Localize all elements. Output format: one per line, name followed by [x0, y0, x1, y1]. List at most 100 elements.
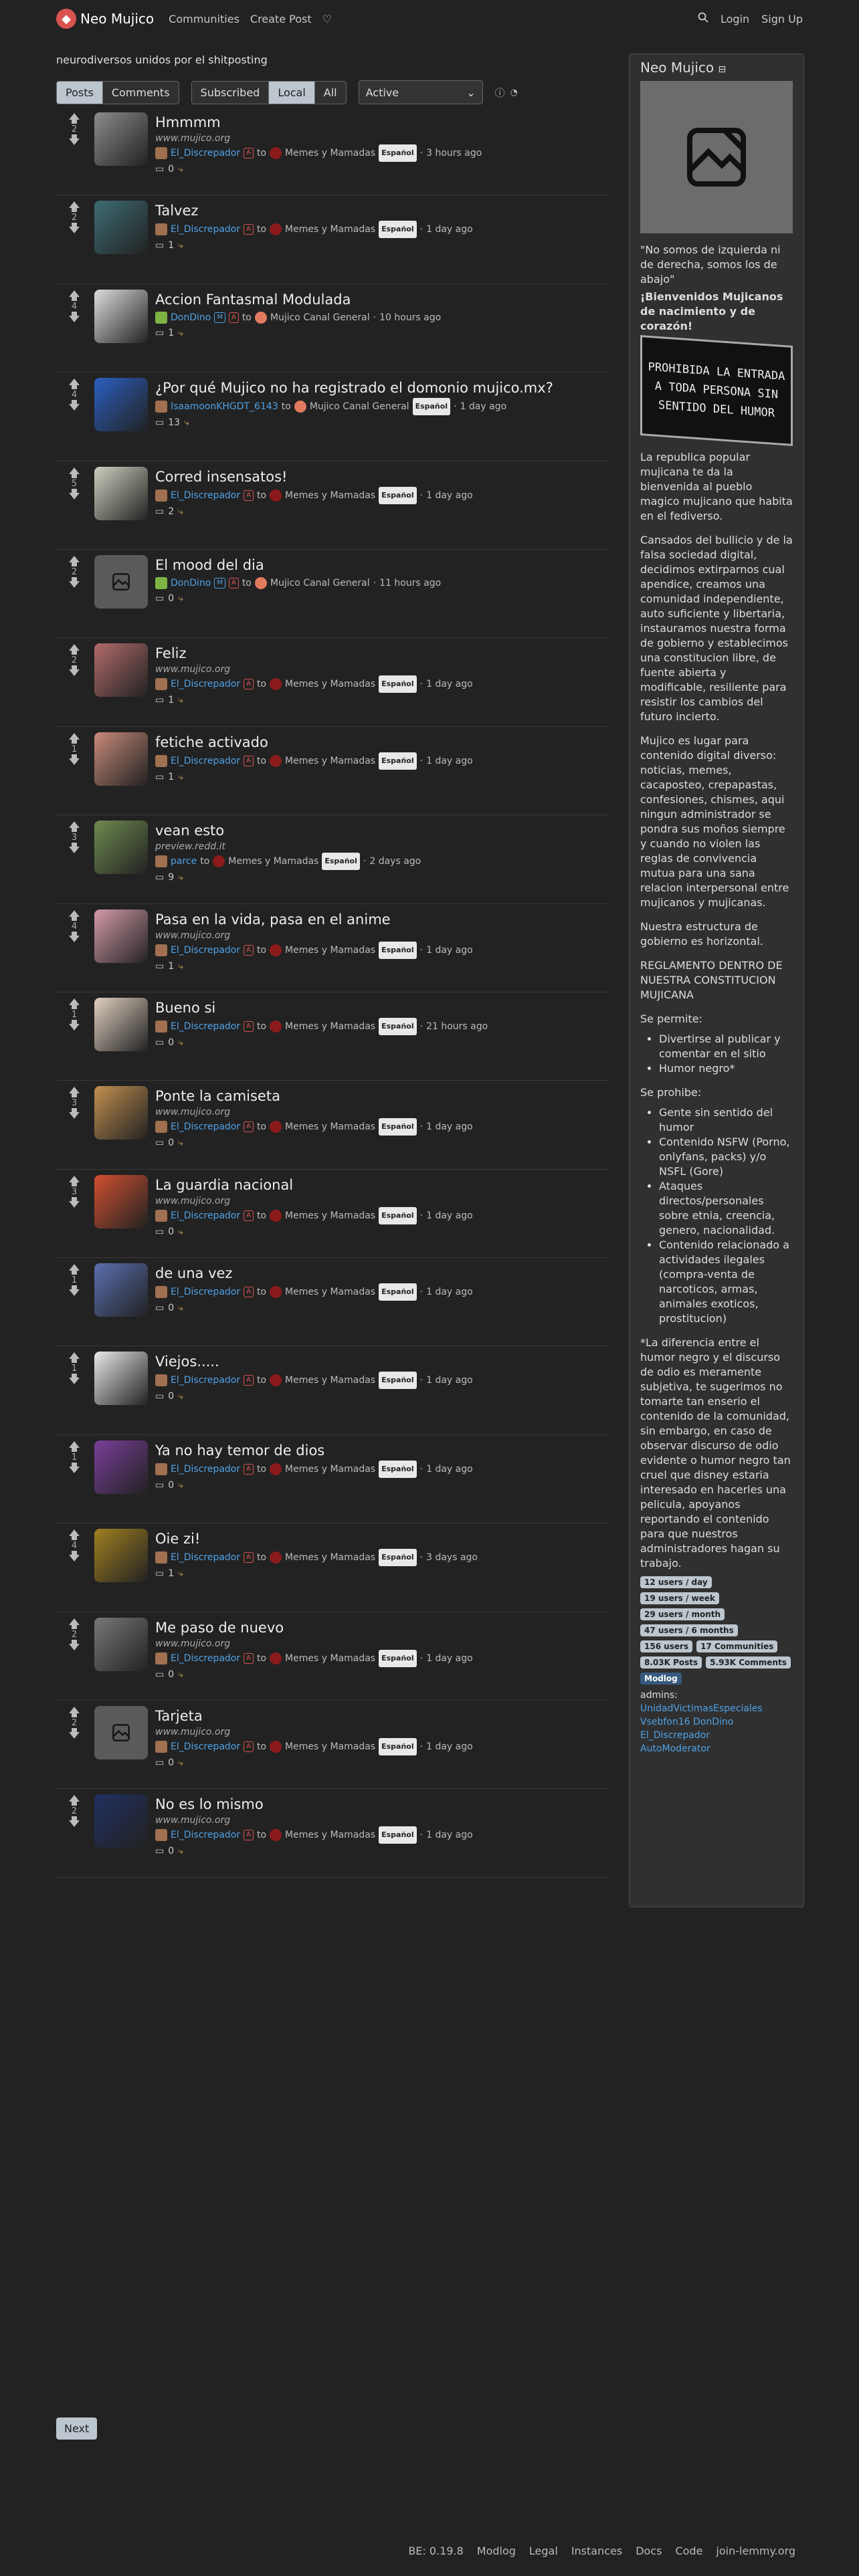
post-community[interactable]: Memes y Mamadas [285, 1284, 375, 1300]
downvote-icon[interactable]: 🡇 [66, 223, 83, 235]
comment-icon[interactable]: ▭ [155, 1478, 164, 1493]
upvote-icon[interactable]: 🡅 [66, 1530, 83, 1541]
post-author[interactable]: El_Discrepador [171, 1549, 240, 1566]
post-domain[interactable]: preview.redd.it [155, 841, 609, 853]
post-title[interactable]: Accion Fantasmal Modulada [155, 290, 609, 310]
post-title[interactable]: Viejos..... [155, 1352, 609, 1372]
upvote-icon[interactable]: 🡅 [66, 114, 83, 125]
login-link[interactable]: Login [721, 13, 749, 25]
post-author[interactable]: El_Discrepador [171, 1119, 240, 1135]
comment-icon[interactable]: ▭ [155, 238, 164, 253]
post-thumbnail[interactable] [94, 378, 148, 432]
comment-count[interactable]: 9 [168, 870, 174, 885]
post-author[interactable]: IsaamoonKHGDT_6143 [171, 399, 278, 415]
downvote-icon[interactable]: 🡇 [66, 1817, 83, 1828]
post-domain[interactable]: www.mujico.org [155, 930, 609, 942]
crosspost-icon[interactable]: ⤷ [178, 1566, 183, 1581]
post-author[interactable]: El_Discrepador [171, 753, 240, 769]
nav-create-post[interactable]: Create Post [250, 13, 312, 25]
upvote-icon[interactable]: 🡅 [66, 1265, 83, 1276]
post-thumbnail[interactable] [94, 554, 148, 609]
post-title[interactable]: de una vez [155, 1263, 609, 1283]
upvote-icon[interactable]: 🡅 [66, 733, 83, 744]
post-author[interactable]: El_Discrepador [171, 676, 240, 692]
post-title[interactable]: El mood del dia [155, 555, 609, 575]
crosspost-icon[interactable]: ⤷ [178, 959, 183, 974]
downvote-icon[interactable]: 🡇 [66, 754, 83, 766]
crosspost-icon[interactable]: ⤷ [178, 1389, 183, 1404]
downvote-icon[interactable]: 🡇 [66, 1374, 83, 1386]
upvote-icon[interactable]: 🡅 [66, 1441, 83, 1453]
upvote-icon[interactable]: 🡅 [66, 1176, 83, 1187]
comment-icon[interactable]: ▭ [155, 162, 164, 177]
post-community[interactable]: Memes y Mamadas [285, 753, 375, 769]
rss-icon[interactable]: ◔ [510, 88, 518, 98]
downvote-icon[interactable]: 🡇 [66, 401, 83, 412]
admin-link[interactable]: AutoModerator [640, 1743, 710, 1754]
post-domain[interactable]: www.mujico.org [155, 1638, 609, 1650]
downvote-icon[interactable]: 🡇 [66, 1729, 83, 1740]
comment-icon[interactable]: ▭ [155, 1035, 164, 1050]
comment-count[interactable]: 1 [168, 693, 174, 708]
post-thumbnail[interactable] [94, 1352, 148, 1406]
post-thumbnail[interactable] [94, 1617, 148, 1671]
crosspost-icon[interactable]: ⤷ [178, 1035, 183, 1050]
upvote-icon[interactable]: 🡅 [66, 290, 83, 302]
crosspost-icon[interactable]: ⤷ [178, 1478, 183, 1493]
footer-docs[interactable]: Docs [636, 2545, 662, 2557]
comment-count[interactable]: 0 [168, 1301, 174, 1315]
comment-icon[interactable]: ▭ [155, 591, 164, 606]
post-thumbnail[interactable] [94, 1706, 148, 1760]
comment-icon[interactable]: ▭ [155, 415, 164, 430]
footer-code[interactable]: Code [675, 2545, 702, 2557]
upvote-icon[interactable]: 🡅 [66, 910, 83, 922]
post-thumbnail[interactable] [94, 1794, 148, 1848]
next-button[interactable]: Next [56, 2418, 98, 2440]
upvote-icon[interactable]: 🡅 [66, 1707, 83, 1719]
crosspost-icon[interactable]: ⤷ [178, 1667, 183, 1682]
post-community[interactable]: Memes y Mamadas [285, 1119, 375, 1135]
post-community[interactable]: Memes y Mamadas [285, 1018, 375, 1035]
post-author[interactable]: El_Discrepador [171, 1827, 240, 1843]
crosspost-icon[interactable]: ⤷ [178, 1301, 183, 1315]
crosspost-icon[interactable]: ⤷ [178, 504, 183, 519]
post-community[interactable]: Memes y Mamadas [228, 853, 318, 869]
post-author[interactable]: DonDino [171, 310, 211, 326]
crosspost-icon[interactable]: ⤷ [178, 591, 183, 606]
post-author[interactable]: El_Discrepador [171, 942, 240, 958]
comment-count[interactable]: 1 [168, 770, 174, 784]
downvote-icon[interactable]: 🡇 [66, 1286, 83, 1297]
post-thumbnail[interactable] [94, 1529, 148, 1583]
tab-posts[interactable]: Posts [57, 81, 102, 104]
sort-select[interactable]: Active ⌄ [358, 80, 483, 104]
comment-icon[interactable]: ▭ [155, 1566, 164, 1581]
downvote-icon[interactable]: 🡇 [66, 1197, 83, 1208]
comment-count[interactable]: 0 [168, 162, 174, 177]
tab-subscribed[interactable]: Subscribed [191, 81, 269, 104]
crosspost-icon[interactable]: ⤷ [178, 1136, 183, 1150]
comment-icon[interactable]: ▭ [155, 504, 164, 519]
post-title[interactable]: Hmmmm [155, 112, 609, 132]
upvote-icon[interactable]: 🡅 [66, 1353, 83, 1364]
downvote-icon[interactable]: 🡇 [66, 843, 83, 855]
post-community[interactable]: Memes y Mamadas [285, 1461, 375, 1477]
post-title[interactable]: Ya no hay temor de dios [155, 1440, 609, 1461]
post-thumbnail[interactable] [94, 1440, 148, 1494]
post-author[interactable]: El_Discrepador [171, 1018, 240, 1035]
post-author[interactable]: El_Discrepador [171, 1208, 240, 1224]
comment-count[interactable]: 1 [168, 959, 174, 974]
post-title[interactable]: fetiche activado [155, 732, 609, 752]
heart-icon[interactable]: ♡ [322, 13, 332, 25]
comment-count[interactable]: 0 [168, 1844, 174, 1858]
footer-modlog[interactable]: Modlog [477, 2545, 516, 2557]
crosspost-icon[interactable]: ⤷ [178, 326, 183, 340]
post-domain[interactable]: www.mujico.org [155, 1195, 609, 1207]
brand-link[interactable]: ◆ Neo Mujico [56, 9, 154, 29]
post-thumbnail[interactable] [94, 997, 148, 1051]
post-thumbnail[interactable] [94, 1263, 148, 1317]
crosspost-icon[interactable]: ⤷ [178, 770, 183, 784]
signup-link[interactable]: Sign Up [761, 13, 803, 25]
crosspost-icon[interactable]: ⤷ [178, 693, 183, 708]
post-community[interactable]: Memes y Mamadas [285, 1827, 375, 1843]
post-thumbnail[interactable] [94, 821, 148, 875]
